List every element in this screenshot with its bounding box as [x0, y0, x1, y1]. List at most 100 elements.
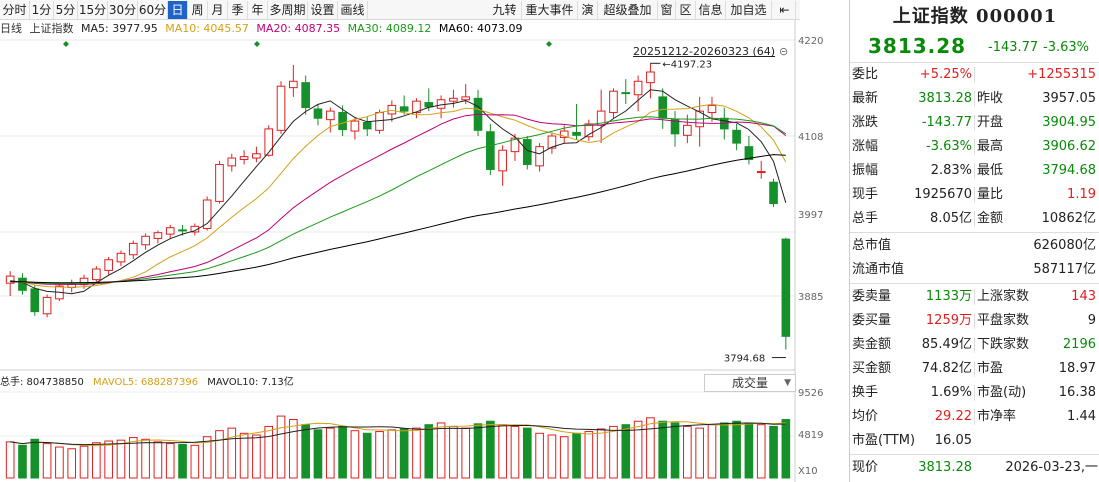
candle-body — [178, 229, 187, 232]
volume-bar — [399, 428, 409, 479]
volume-axis-label: 4819 — [798, 430, 823, 441]
volume-bar — [276, 415, 286, 479]
field-value: +1255315 — [1027, 67, 1096, 82]
quote-row: 委卖量 1133万 上涨家数 143 — [850, 285, 1099, 309]
candle-body — [375, 112, 384, 131]
volume-bar — [756, 424, 766, 479]
candle-body — [338, 112, 347, 131]
candle-body — [756, 171, 766, 174]
volume-bar — [79, 445, 89, 479]
volume-bar — [769, 425, 778, 479]
field-label: 现价 — [852, 460, 879, 475]
quote-row: 振幅 2.83% 最低 3794.68 — [850, 159, 1099, 183]
field-label: 总手 — [852, 211, 879, 226]
candle-body — [399, 106, 409, 112]
candle-body — [128, 242, 138, 256]
volume-bar — [522, 427, 532, 479]
volume-bar — [510, 425, 520, 479]
field-label: 现手 — [852, 187, 879, 202]
field-value: 2196 — [1062, 337, 1096, 352]
volume-axis-label: 9526 — [798, 388, 823, 399]
candle-body — [633, 80, 643, 96]
field-label: 量比 — [977, 187, 1004, 202]
field-value: 16.38 — [1058, 385, 1096, 400]
divider — [850, 454, 1099, 455]
volume-bar — [362, 432, 372, 479]
volume-bar — [683, 425, 692, 479]
field-value: 3794.68 — [1042, 163, 1096, 178]
candle-body — [461, 96, 471, 101]
column-divider — [974, 409, 975, 425]
cap-row: 总市值 626080亿 — [850, 234, 1099, 258]
candle-body — [289, 80, 298, 89]
candle-body — [153, 232, 163, 239]
field-value: 2.83% — [930, 163, 972, 178]
field-label: 振幅 — [852, 163, 879, 178]
volume-bar — [264, 425, 274, 479]
field-label: 市盈(TTM) — [852, 433, 916, 448]
volume-bar — [424, 424, 434, 479]
quote-row: 换手 1.69% 市盈(动) 16.38 — [850, 381, 1099, 405]
event-marker-icon[interactable] — [254, 41, 260, 47]
event-marker-icon[interactable] — [546, 41, 552, 47]
field-value: 3813.28 — [918, 460, 972, 475]
quote-row: 均价 29.22 市净率 1.44 — [850, 405, 1099, 429]
field-value: 18.97 — [1058, 361, 1096, 376]
ma-line-ma10 — [10, 103, 787, 288]
volume-bar — [18, 444, 27, 479]
timestamp: 2026-03-23,一 — [1005, 460, 1098, 475]
field-label: 平盘家数 — [977, 313, 1030, 328]
quote-change: -143.77 — [988, 40, 1039, 55]
field-label: 最高 — [977, 139, 1004, 154]
candle-body — [646, 71, 655, 84]
candle-body — [732, 129, 741, 144]
quote-row: 委比 +5.25% +1255315 — [850, 63, 1099, 87]
volume-bar — [670, 422, 680, 479]
field-value: -3.63% — [926, 139, 972, 154]
field-value: 587117亿 — [1033, 262, 1096, 277]
field-label: 最低 — [977, 163, 1004, 178]
field-value: 1.19 — [1067, 187, 1096, 202]
field-label: 市净率 — [977, 409, 1017, 424]
candle-body — [202, 199, 212, 229]
field-value: 3957.05 — [1042, 91, 1096, 106]
quote-row: 现手 1925670 量比 1.19 — [850, 183, 1099, 207]
field-value: 16.05 — [934, 433, 972, 448]
vol-mavol10: MAVOL10: 7.13亿 — [207, 377, 294, 388]
candle-body — [227, 157, 237, 167]
field-value: 1.69% — [930, 385, 972, 400]
quote-row: 总手 8.05亿 金额 10862亿 — [850, 207, 1099, 231]
volume-bar — [252, 434, 261, 479]
candle-body — [276, 85, 286, 131]
column-divider — [974, 211, 975, 227]
ma-line-ma20 — [10, 113, 787, 286]
candle-body — [215, 163, 224, 202]
ma-line-ma60 — [10, 154, 786, 284]
lock-icon[interactable]: ⊝ — [779, 45, 788, 58]
quote-row: 委买量 1259万 平盘家数 9 — [850, 309, 1099, 333]
volume-ma-line — [10, 421, 786, 447]
candle-body — [621, 92, 631, 95]
field-label: 涨幅 — [852, 139, 879, 154]
column-divider — [974, 361, 975, 377]
indicator-select[interactable]: 成交量 ▼ — [704, 374, 796, 392]
date-range-label[interactable]: 20251212-20260323 (64) — [633, 45, 775, 58]
vol-mavol5: MAVOL5: 688287396 — [93, 377, 199, 388]
field-label: 涨跌 — [852, 115, 879, 130]
volume-bar — [5, 441, 15, 479]
candle-body — [424, 102, 434, 108]
quote-row: 涨幅 -3.63% 最高 3906.62 — [850, 135, 1099, 159]
divider — [850, 232, 1099, 233]
field-label: 开盘 — [977, 115, 1004, 130]
volume-bar — [153, 441, 163, 479]
volume-bar — [572, 432, 581, 479]
kline-chart[interactable]: 4220 4108 3997 3885 9526 4819 X10 ←4197.23 3794… — [0, 0, 848, 482]
quote-row: 最新 3813.28 昨收 3957.05 — [850, 87, 1099, 111]
candle-body — [707, 104, 717, 114]
volume-bar — [707, 424, 717, 479]
volume-bar — [412, 427, 421, 479]
volume-bar — [559, 436, 569, 479]
event-marker-icon[interactable] — [63, 41, 69, 47]
candle-body — [498, 149, 507, 172]
volume-bar — [338, 425, 347, 479]
